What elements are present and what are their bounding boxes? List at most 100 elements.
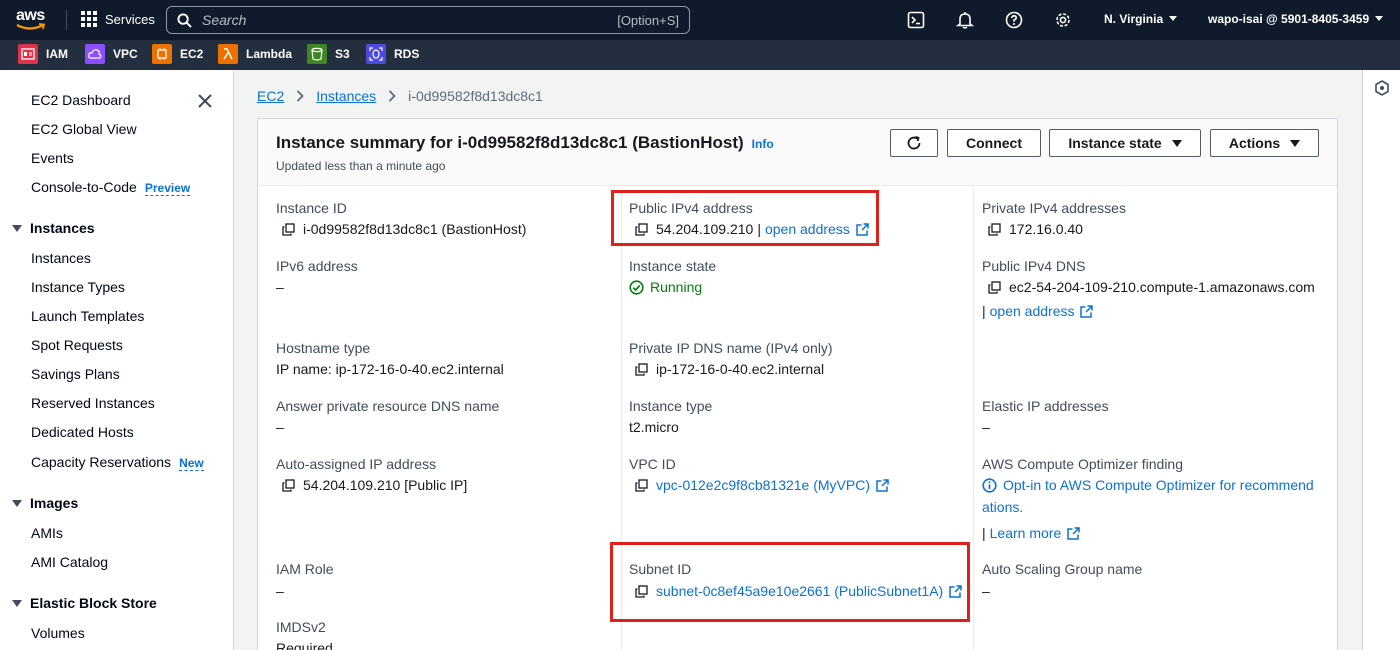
- account-label: wapo-isai @ 5901-8405-3459: [1208, 12, 1370, 26]
- bell-icon[interactable]: [956, 11, 974, 29]
- services-menu[interactable]: Services: [81, 11, 155, 27]
- info-circle-icon: [982, 477, 997, 493]
- sidebar-item-instances[interactable]: Instances: [31, 250, 91, 266]
- button-label: Connect: [966, 135, 1022, 151]
- breadcrumb-ec2[interactable]: EC2: [257, 88, 284, 104]
- sidebar-item-events[interactable]: Events: [31, 150, 74, 166]
- vpc-icon: [85, 44, 105, 64]
- vpc-id-link[interactable]: vpc-012e2c9f8cb81321e (MyVPC): [656, 477, 870, 493]
- separator: |: [982, 303, 986, 319]
- sidebar-item-ec2-dashboard[interactable]: EC2 Dashboard: [31, 92, 131, 108]
- learn-more-link[interactable]: Learn more: [990, 525, 1081, 541]
- favorite-label: Lambda: [246, 47, 293, 61]
- private-dns-text: ip-172-16-0-40.ec2.internal: [656, 361, 825, 377]
- sidebar-section-instances[interactable]: Instances: [12, 220, 95, 236]
- sidebar-section-images[interactable]: Images: [12, 495, 78, 511]
- favorite-ec2[interactable]: EC2: [152, 44, 203, 64]
- favorite-s3[interactable]: S3: [307, 44, 350, 64]
- preview-badge: Preview: [144, 181, 191, 196]
- answer-dns-value: –: [276, 419, 284, 435]
- sidebar-item-launch-templates[interactable]: Launch Templates: [31, 308, 144, 324]
- region-label: N. Virginia: [1104, 12, 1164, 26]
- vpc-id-value[interactable]: vpc-012e2c9f8cb81321e (MyVPC): [635, 477, 889, 493]
- favorite-label: VPC: [113, 47, 138, 61]
- instance-type-label: Instance type: [629, 398, 713, 414]
- sidebar-item-console-to-code[interactable]: Console-to-Code Preview: [31, 179, 191, 196]
- private-dns-label: Private IP DNS name (IPv4 only): [629, 340, 833, 356]
- copy-icon[interactable]: [988, 222, 1001, 236]
- sidebar-item-reserved-instances[interactable]: Reserved Instances: [31, 395, 155, 411]
- auto-ip-text: 54.204.109.210 [Public IP]: [303, 477, 468, 493]
- optimizer-link-text[interactable]: Opt-in to AWS Compute Optimizer for reco…: [1003, 477, 1314, 493]
- favorite-rds[interactable]: RDS: [366, 44, 419, 64]
- instance-id-value: i-0d99582f8d13dc8c1 (BastionHost): [282, 221, 526, 237]
- instance-id-label: Instance ID: [276, 200, 347, 216]
- gear-icon[interactable]: [1054, 11, 1072, 29]
- favorite-vpc[interactable]: VPC: [85, 44, 138, 64]
- lambda-icon: [218, 44, 238, 64]
- chevron-right-icon: [389, 90, 396, 102]
- sidebar-item-instance-types[interactable]: Instance Types: [31, 279, 125, 295]
- info-link[interactable]: Info: [752, 137, 774, 151]
- highlight-subnet-id: [610, 542, 970, 622]
- copy-icon[interactable]: [635, 478, 648, 492]
- section-title: Elastic Block Store: [30, 595, 157, 611]
- elastic-ip-label: Elastic IP addresses: [982, 398, 1109, 414]
- sidebar-item-label: Console-to-Code: [31, 179, 137, 195]
- optimizer-link[interactable]: Opt-in to AWS Compute Optimizer for reco…: [982, 477, 1314, 493]
- favorite-lambda[interactable]: Lambda: [218, 44, 292, 64]
- actions-button[interactable]: Actions: [1210, 129, 1319, 157]
- sidebar-item-dedicated-hosts[interactable]: Dedicated Hosts: [31, 424, 134, 440]
- cloudshell-icon[interactable]: [907, 11, 925, 29]
- sidebar-section-elastic-block-store[interactable]: Elastic Block Store: [12, 595, 157, 611]
- favorites-bar: IAM VPC EC2 Lambda S3 RDS: [0, 40, 1400, 70]
- caret-down-icon: [12, 224, 22, 232]
- separator: |: [982, 525, 986, 541]
- breadcrumb-instances[interactable]: Instances: [316, 88, 376, 104]
- status-text: Running: [650, 279, 703, 295]
- sidebar-item-amis[interactable]: AMIs: [31, 525, 63, 541]
- column-divider: [973, 186, 974, 650]
- breadcrumb-current: i-0d99582f8d13dc8c1: [408, 88, 543, 104]
- sidebar-item-savings-plans[interactable]: Savings Plans: [31, 366, 120, 382]
- optimizer-label: AWS Compute Optimizer finding: [982, 456, 1183, 472]
- help-icon[interactable]: [1005, 11, 1023, 29]
- open-address-link[interactable]: open address: [990, 303, 1094, 319]
- instance-state-button[interactable]: Instance state: [1049, 129, 1201, 157]
- copy-icon[interactable]: [988, 280, 1001, 294]
- nav-divider: [66, 10, 67, 30]
- copy-icon[interactable]: [282, 478, 295, 492]
- auto-ip-value: 54.204.109.210 [Public IP]: [282, 477, 467, 493]
- refresh-button[interactable]: [890, 129, 938, 157]
- sidebar-item-spot-requests[interactable]: Spot Requests: [31, 337, 123, 353]
- private-ipv4-text: 172.16.0.40: [1009, 221, 1083, 237]
- tools-icon[interactable]: [1374, 80, 1390, 96]
- sidebar-item-capacity-reservations[interactable]: Capacity Reservations New: [31, 454, 204, 471]
- caret-down-icon: [12, 599, 22, 607]
- search-input[interactable]: Search [Option+S]: [166, 6, 690, 34]
- sidebar-item-volumes[interactable]: Volumes: [31, 625, 85, 641]
- asg-value: –: [982, 583, 990, 599]
- iam-role-value: –: [276, 583, 284, 599]
- external-link-icon: [1067, 526, 1080, 540]
- copy-icon[interactable]: [635, 362, 648, 376]
- region-selector[interactable]: N. Virginia: [1104, 12, 1178, 26]
- optimizer-link-text-cont[interactable]: ations.: [982, 499, 1023, 515]
- grid-icon: [81, 11, 97, 27]
- connect-button[interactable]: Connect: [947, 129, 1041, 157]
- aws-logo[interactable]: aws: [14, 6, 54, 34]
- public-dns-label: Public IPv4 DNS: [982, 258, 1086, 274]
- rds-icon: [366, 44, 386, 64]
- favorite-iam[interactable]: IAM: [18, 44, 68, 64]
- search-shortcut: [Option+S]: [617, 12, 679, 28]
- private-ipv4-label: Private IPv4 addresses: [982, 200, 1126, 216]
- close-icon[interactable]: [196, 92, 214, 110]
- account-menu[interactable]: wapo-isai @ 5901-8405-3459: [1208, 12, 1384, 26]
- tools-rail: [1362, 70, 1400, 650]
- copy-icon[interactable]: [282, 222, 295, 236]
- sidebar-item-ec2-global-view[interactable]: EC2 Global View: [31, 121, 137, 137]
- search-placeholder: Search: [202, 12, 247, 28]
- external-link-icon: [876, 478, 889, 492]
- sidebar-item-ami-catalog[interactable]: AMI Catalog: [31, 554, 108, 570]
- new-badge: New: [179, 456, 204, 471]
